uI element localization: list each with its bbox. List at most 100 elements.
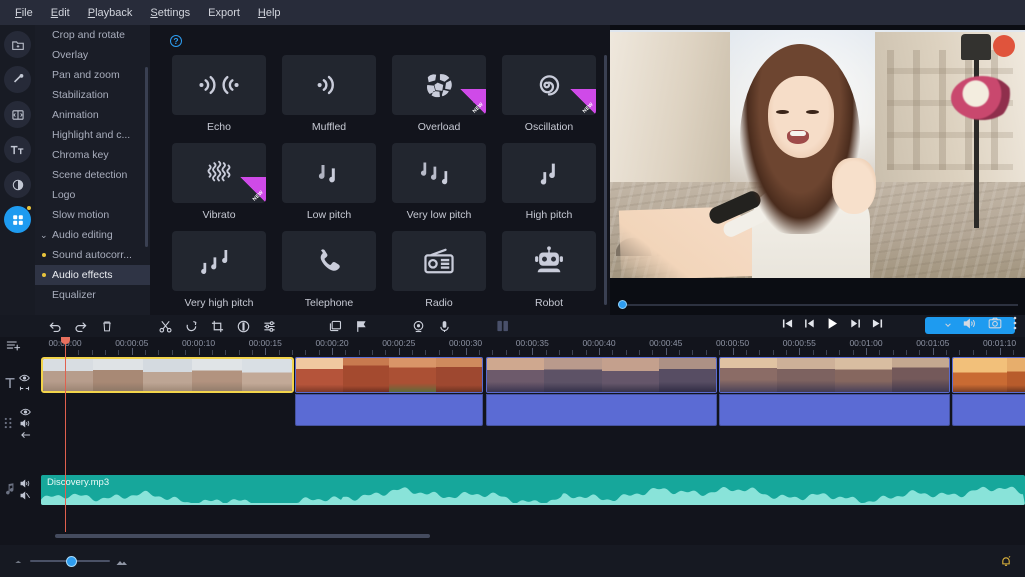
effect-tile-echo[interactable]: [172, 55, 266, 115]
menu-item-settings[interactable]: Settings: [141, 4, 199, 22]
zoom-in-icon[interactable]: [116, 557, 128, 566]
effect-tile-robot[interactable]: [502, 231, 596, 291]
scale-slider[interactable]: [30, 555, 110, 567]
speaker-icon[interactable]: [963, 317, 977, 333]
eye-icon[interactable]: [19, 374, 30, 382]
add-track-icon[interactable]: [6, 339, 22, 356]
more-tools-button[interactable]: [4, 206, 31, 233]
aspect-ratio-dropdown[interactable]: [941, 321, 952, 329]
audio-clip-discovery[interactable]: Discovery.mp3: [41, 475, 1025, 505]
menu-item-edit[interactable]: Edit: [42, 4, 79, 22]
arrow-left-icon[interactable]: [20, 431, 31, 439]
timeline-ruler[interactable]: 00:00:0000:00:0500:00:1000:00:1500:00:20…: [35, 337, 1025, 357]
microphone-icon[interactable]: [431, 315, 457, 337]
eye-icon[interactable]: [20, 408, 31, 416]
clip-sunset-audio[interactable]: [952, 394, 1025, 426]
tools-menu-item-overlay[interactable]: Overlay: [35, 45, 150, 65]
effect-tile-low-pitch[interactable]: [282, 143, 376, 203]
effect-tile-high-pitch[interactable]: [502, 143, 596, 203]
zoom-out-icon[interactable]: [14, 557, 24, 565]
link-icon[interactable]: [19, 385, 30, 392]
toolbar-record-group: [405, 315, 457, 337]
stack-icon[interactable]: [322, 315, 348, 337]
effect-tile-overload[interactable]: NEW: [392, 55, 486, 115]
seek-handle[interactable]: [618, 300, 627, 309]
play-icon[interactable]: [826, 317, 839, 330]
playhead[interactable]: [61, 329, 70, 532]
tools-menu-item-equalizer[interactable]: Equalizer: [35, 285, 150, 305]
rotate-icon[interactable]: [178, 315, 204, 337]
hscroll-thumb[interactable]: [55, 534, 430, 538]
undo-icon[interactable]: [42, 315, 68, 337]
import-media-button[interactable]: [4, 31, 31, 58]
clip-canyon[interactable]: [295, 357, 483, 393]
sliders-icon[interactable]: [256, 315, 282, 337]
tools-menu-item-scene-detection[interactable]: Scene detection: [35, 165, 150, 185]
effect-tile-telephone[interactable]: [282, 231, 376, 291]
next-frame-icon[interactable]: [850, 318, 861, 329]
ruler-minor-tick: [759, 350, 761, 355]
scale-slider-knob[interactable]: [66, 555, 77, 567]
clip-canyon-audio[interactable]: [295, 394, 483, 426]
clip-hill-walk-audio[interactable]: [719, 394, 950, 426]
redo-icon[interactable]: [68, 315, 94, 337]
tools-menu-item-logo[interactable]: Logo: [35, 185, 150, 205]
camera-icon[interactable]: [988, 317, 1002, 332]
ruler-major-tick: [131, 348, 133, 355]
tools-menu-item-audio-effects[interactable]: Audio effects: [35, 265, 150, 285]
filters-button[interactable]: [4, 171, 31, 198]
effects-scrollbar[interactable]: [604, 55, 607, 305]
tools-menu-item-audio-editing[interactable]: ⌄ Audio editing: [35, 225, 150, 245]
color-adjust-icon[interactable]: [230, 315, 256, 337]
preview-seek-bar[interactable]: [610, 300, 1025, 309]
webcam-icon[interactable]: [405, 315, 431, 337]
effect-tile-oscillation[interactable]: NEW: [502, 55, 596, 115]
effect-tile-very-low-pitch[interactable]: [392, 143, 486, 203]
menu-item-help[interactable]: Help: [249, 4, 290, 22]
tools-menu-item-pan-and-zoom[interactable]: Pan and zoom: [35, 65, 150, 85]
speaker-icon[interactable]: [20, 478, 31, 488]
tools-menu-item-chroma-key[interactable]: Chroma key: [35, 145, 150, 165]
skip-start-icon[interactable]: [782, 318, 793, 329]
timeline-hscrollbar[interactable]: [35, 533, 1025, 538]
panels-icon[interactable]: [490, 315, 516, 337]
speaker-icon[interactable]: [20, 418, 31, 428]
help-button[interactable]: [993, 35, 1015, 57]
notifications-button[interactable]: [1001, 555, 1015, 567]
prev-frame-icon[interactable]: [804, 318, 815, 329]
menu-item-file[interactable]: File: [6, 4, 42, 22]
skip-end-icon[interactable]: [872, 318, 883, 329]
trash-icon[interactable]: [94, 315, 120, 337]
scissors-icon[interactable]: [152, 315, 178, 337]
clip-sunset[interactable]: [952, 357, 1025, 393]
effect-tile-vibrato[interactable]: NEW: [172, 143, 266, 203]
ruler-minor-tick: [946, 350, 948, 355]
menu-item-export[interactable]: Export: [199, 4, 249, 22]
transitions-button[interactable]: [4, 101, 31, 128]
effect-tile-muffled[interactable]: [282, 55, 376, 115]
tools-menu-item-highlight-and-c[interactable]: Highlight and c...: [35, 125, 150, 145]
tools-menu-item-slow-motion[interactable]: Slow motion: [35, 205, 150, 225]
clip-desert-dusk-audio[interactable]: [486, 394, 717, 426]
clip-desert-dusk[interactable]: [486, 357, 717, 393]
new-indicator-dot: [27, 206, 31, 210]
magic-wand-button[interactable]: [4, 66, 31, 93]
clip-thumbnail: [720, 358, 778, 392]
tools-menu-item-crop-and-rotate[interactable]: Crop and rotate: [35, 25, 150, 45]
speaker-mute-icon[interactable]: [20, 490, 31, 500]
help-circle-icon[interactable]: ?: [170, 35, 182, 47]
titles-button[interactable]: [4, 136, 31, 163]
clip-hill-walk[interactable]: [719, 357, 950, 393]
tools-menu-item-stabilization[interactable]: Stabilization: [35, 85, 150, 105]
tools-menu-item-sound-autocorr[interactable]: Sound autocorr...: [35, 245, 150, 265]
menu-bar: File Edit Playback Settings Export Help: [0, 0, 1025, 25]
clip-selfie[interactable]: [41, 357, 294, 393]
crop-icon[interactable]: [204, 315, 230, 337]
effect-tile-very-high-pitch[interactable]: [172, 231, 266, 291]
menu-item-playback[interactable]: Playback: [79, 4, 142, 22]
kebab-menu-icon[interactable]: [1013, 316, 1017, 333]
effect-tile-radio[interactable]: [392, 231, 486, 291]
flag-icon[interactable]: [348, 315, 374, 337]
preview-video-frame[interactable]: [610, 30, 1025, 278]
tools-menu-item-animation[interactable]: Animation: [35, 105, 150, 125]
